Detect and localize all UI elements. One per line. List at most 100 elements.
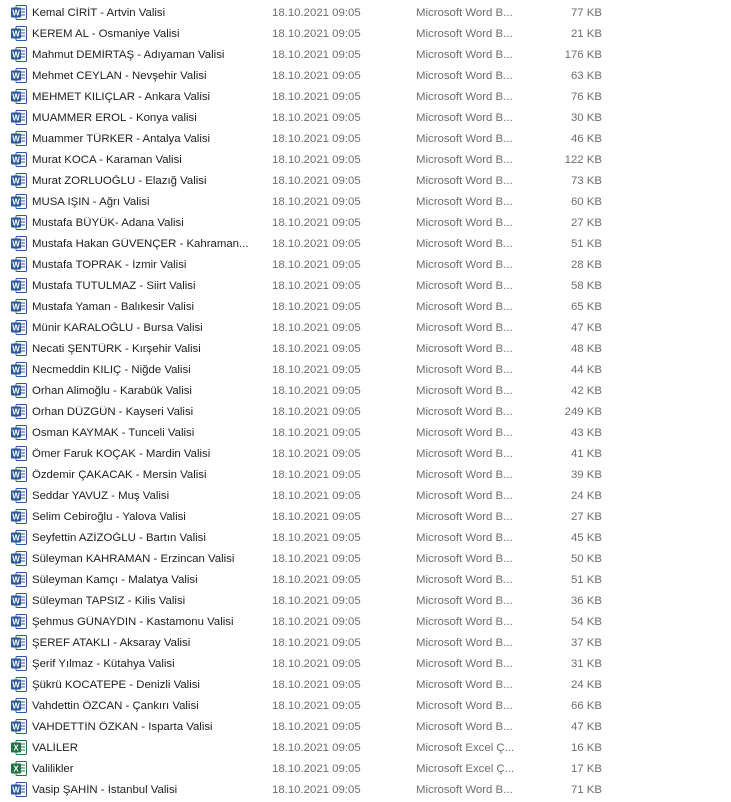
- file-size: 27 KB: [570, 216, 602, 229]
- file-row[interactable]: W Murat KOCA - Karaman Valisi 18.10.2021 0…: [0, 149, 731, 170]
- file-type: Microsoft Word B...: [416, 573, 513, 586]
- file-row[interactable]: W Mustafa Hakan GÜVENÇER - Kahraman... 18.…: [0, 233, 731, 254]
- file-name[interactable]: Süleyman Kamçı - Malatya Valisi: [32, 574, 254, 586]
- file-row[interactable]: W Muammer TÜRKER - Antalya Valisi 18.10.20…: [0, 128, 731, 149]
- file-name[interactable]: Süleyman TAPSIZ - Kilis Valisi: [32, 595, 254, 607]
- file-row[interactable]: W Kemal CİRİT - Artvin Valisi 18.10.2021 0…: [0, 2, 731, 23]
- svg-text:W: W: [12, 30, 20, 39]
- file-name[interactable]: Münir KARALOĞLU - Bursa Valisi: [32, 322, 254, 334]
- file-date-modified: 18.10.2021 09:05: [272, 69, 361, 82]
- file-row[interactable]: W Seddar YAVUZ - Muş Valisi 18.10.2021 09:…: [0, 485, 731, 506]
- file-name[interactable]: Necmeddin KILIÇ - Niğde Valisi: [32, 364, 254, 376]
- file-name[interactable]: Özdemir ÇAKACAK - Mersin Valisi: [32, 469, 254, 481]
- file-name[interactable]: Mustafa BÜYÜK- Adana Valisi: [32, 217, 254, 229]
- file-row[interactable]: W Orhan Alimoğlu - Karabük Valisi 18.10.20…: [0, 380, 731, 401]
- file-name[interactable]: Şerif Yılmaz - Kütahya Valisi: [32, 658, 254, 670]
- file-name[interactable]: Valilikler: [32, 763, 254, 775]
- file-row[interactable]: W Necmeddin KILIÇ - Niğde Valisi 18.10.202…: [0, 359, 731, 380]
- file-type: Microsoft Word B...: [416, 426, 513, 439]
- file-row[interactable]: W Seyfettin AZİZOĞLU - Bartın Valisi 18.10…: [0, 527, 731, 548]
- file-date-modified: 18.10.2021 09:05: [272, 384, 361, 397]
- file-name[interactable]: Mustafa TOPRAK - İzmir Valisi: [32, 259, 254, 271]
- file-name[interactable]: KEREM AL - Osmaniye Valisi: [32, 28, 254, 40]
- file-row[interactable]: X VALİLER 18.10.2021 09:05 Microsoft Excel …: [0, 737, 731, 758]
- file-row[interactable]: W VAHDETTİN ÖZKAN - Isparta Valisi 18.10.2…: [0, 716, 731, 737]
- word-document-icon: W: [11, 425, 27, 440]
- file-name[interactable]: Şehmus GÜNAYDIN - Kastamonu Valisi: [32, 616, 254, 628]
- file-row[interactable]: W Murat ZORLUOĞLU - Elazığ Valisi 18.10.20…: [0, 170, 731, 191]
- file-name[interactable]: MUSA IŞIN - Ağrı Valisi: [32, 196, 254, 208]
- file-name[interactable]: Mustafa Hakan GÜVENÇER - Kahraman...: [32, 238, 254, 250]
- file-row[interactable]: W Süleyman TAPSIZ - Kilis Valisi 18.10.202…: [0, 590, 731, 611]
- file-name[interactable]: Mustafa Yaman - Balıkesir Valisi: [32, 301, 254, 313]
- file-row[interactable]: W Selim Cebiroğlu - Yalova Valisi 18.10.20…: [0, 506, 731, 527]
- file-name[interactable]: Mahmut DEMİRTAŞ - Adıyaman Valisi: [32, 49, 254, 61]
- file-row[interactable]: W Mustafa Yaman - Balıkesir Valisi 18.10.2…: [0, 296, 731, 317]
- file-row[interactable]: W Süleyman KAHRAMAN - Erzincan Valisi 18.1…: [0, 548, 731, 569]
- file-row[interactable]: X Valilikler 18.10.2021 09:05 Microsoft Exc…: [0, 758, 731, 779]
- file-name[interactable]: Mustafa TUTULMAZ - Siirt Valisi: [32, 280, 254, 292]
- file-name[interactable]: Kemal CİRİT - Artvin Valisi: [32, 7, 254, 19]
- svg-text:W: W: [12, 639, 20, 648]
- file-name[interactable]: Seyfettin AZİZOĞLU - Bartın Valisi: [32, 532, 254, 544]
- svg-text:W: W: [12, 9, 20, 18]
- file-name[interactable]: Mehmet CEYLAN - Nevşehir Valisi: [32, 70, 254, 82]
- file-list: W Kemal CİRİT - Artvin Valisi 18.10.2021 0…: [0, 0, 731, 802]
- file-name[interactable]: Selim Cebiroğlu - Yalova Valisi: [32, 511, 254, 523]
- file-name[interactable]: Murat ZORLUOĞLU - Elazığ Valisi: [32, 175, 254, 187]
- file-row[interactable]: W Ömer Faruk KOÇAK - Mardin Valisi 18.10.2…: [0, 443, 731, 464]
- file-row[interactable]: W Vahdettin ÖZCAN - Çankırı Valisi 18.10.2…: [0, 695, 731, 716]
- file-row[interactable]: W Vasip ŞAHİN - İstanbul Valisi 18.10.2021…: [0, 779, 731, 800]
- file-name[interactable]: VALİLER: [32, 742, 254, 754]
- svg-text:W: W: [12, 177, 20, 186]
- file-row[interactable]: W Süleyman Kamçı - Malatya Valisi 18.10.20…: [0, 569, 731, 590]
- file-name[interactable]: Seddar YAVUZ - Muş Valisi: [32, 490, 254, 502]
- file-row[interactable]: W Mustafa BÜYÜK- Adana Valisi 18.10.2021 0…: [0, 212, 731, 233]
- word-document-icon: W: [11, 383, 27, 398]
- file-row[interactable]: W KEREM AL - Osmaniye Valisi 18.10.2021 09…: [0, 23, 731, 44]
- file-name[interactable]: Murat KOCA - Karaman Valisi: [32, 154, 254, 166]
- file-name[interactable]: Vahdettin ÖZCAN - Çankırı Valisi: [32, 700, 254, 712]
- file-size: 27 KB: [570, 510, 602, 523]
- file-type: Microsoft Word B...: [416, 699, 513, 712]
- file-row[interactable]: W Osman KAYMAK - Tunceli Valisi 18.10.2021…: [0, 422, 731, 443]
- file-type: Microsoft Word B...: [416, 258, 513, 271]
- svg-text:W: W: [12, 156, 20, 165]
- file-name[interactable]: Necati ŞENTÜRK - Kırşehir Valisi: [32, 343, 254, 355]
- file-row[interactable]: W Özdemir ÇAKACAK - Mersin Valisi 18.10.20…: [0, 464, 731, 485]
- svg-text:W: W: [12, 303, 20, 312]
- file-size: 28 KB: [570, 258, 602, 271]
- file-name[interactable]: MEHMET KILIÇLAR - Ankara Valisi: [32, 91, 254, 103]
- file-row[interactable]: W Mustafa TOPRAK - İzmir Valisi 18.10.2021…: [0, 254, 731, 275]
- file-name[interactable]: Muammer TÜRKER - Antalya Valisi: [32, 133, 254, 145]
- file-row[interactable]: W MUSA IŞIN - Ağrı Valisi 18.10.2021 09:05…: [0, 191, 731, 212]
- svg-text:W: W: [12, 72, 20, 81]
- file-size: 176 KB: [564, 48, 602, 61]
- file-row[interactable]: W Şerif Yılmaz - Kütahya Valisi 18.10.2021…: [0, 653, 731, 674]
- file-name[interactable]: ŞEREF ATAKLI - Aksaray Valisi: [32, 637, 254, 649]
- file-name[interactable]: Orhan DÜZGÜN - Kayseri Valisi: [32, 406, 254, 418]
- file-name[interactable]: Süleyman KAHRAMAN - Erzincan Valisi: [32, 553, 254, 565]
- file-row[interactable]: W Orhan DÜZGÜN - Kayseri Valisi 18.10.2021…: [0, 401, 731, 422]
- file-size: 24 KB: [570, 678, 602, 691]
- file-size: 47 KB: [570, 321, 602, 334]
- file-row[interactable]: W MEHMET KILIÇLAR - Ankara Valisi 18.10.20…: [0, 86, 731, 107]
- file-row[interactable]: W ŞEREF ATAKLI - Aksaray Valisi 18.10.2021…: [0, 632, 731, 653]
- file-name[interactable]: Orhan Alimoğlu - Karabük Valisi: [32, 385, 254, 397]
- file-name[interactable]: Vasip ŞAHİN - İstanbul Valisi: [32, 784, 254, 796]
- file-row[interactable]: W Mehmet CEYLAN - Nevşehir Valisi 18.10.20…: [0, 65, 731, 86]
- file-size: 45 KB: [570, 531, 602, 544]
- file-name[interactable]: Osman KAYMAK - Tunceli Valisi: [32, 427, 254, 439]
- file-type: Microsoft Word B...: [416, 615, 513, 628]
- file-name[interactable]: MUAMMER EROL - Konya valisi: [32, 112, 254, 124]
- file-row[interactable]: W Şehmus GÜNAYDIN - Kastamonu Valisi 18.10…: [0, 611, 731, 632]
- file-row[interactable]: W Mahmut DEMİRTAŞ - Adıyaman Valisi 18.10.…: [0, 44, 731, 65]
- file-row[interactable]: W MUAMMER EROL - Konya valisi 18.10.2021 0…: [0, 107, 731, 128]
- file-name[interactable]: Ömer Faruk KOÇAK - Mardin Valisi: [32, 448, 254, 460]
- file-row[interactable]: W Mustafa TUTULMAZ - Siirt Valisi 18.10.20…: [0, 275, 731, 296]
- file-name[interactable]: Şükrü KOCATEPE - Denizli Valisi: [32, 679, 254, 691]
- file-row[interactable]: W Şükrü KOCATEPE - Denizli Valisi 18.10.20…: [0, 674, 731, 695]
- file-name[interactable]: VAHDETTİN ÖZKAN - Isparta Valisi: [32, 721, 254, 733]
- file-row[interactable]: W Necati ŞENTÜRK - Kırşehir Valisi 18.10.2…: [0, 338, 731, 359]
- file-row[interactable]: W Münir KARALOĞLU - Bursa Valisi 18.10.202…: [0, 317, 731, 338]
